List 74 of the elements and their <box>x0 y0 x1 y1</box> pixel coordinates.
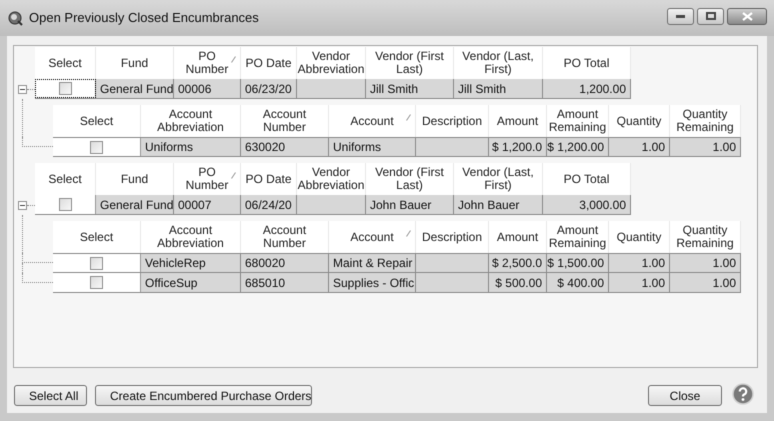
table-cell: 1,200.00 <box>543 79 631 98</box>
checkbox[interactable] <box>90 276 103 289</box>
column-header[interactable]: Select <box>53 105 141 137</box>
column-header[interactable]: Amount <box>489 221 547 253</box>
column-header[interactable]: Account <box>329 105 416 137</box>
column-header[interactable]: Description <box>416 105 489 137</box>
table-cell: 630020 <box>241 138 329 156</box>
column-header[interactable]: Account Abbreviation <box>141 221 241 253</box>
table-cell: $ 400.00 <box>547 273 609 292</box>
minimize-icon <box>676 14 685 18</box>
table-cell: Uniforms <box>329 138 416 156</box>
table-cell: $ 1,200.0 <box>489 138 547 156</box>
table-cell: Supplies - Offic <box>329 273 416 292</box>
table-cell: 3,000.00 <box>543 195 631 214</box>
column-header[interactable]: Quantity Remaining <box>670 221 741 253</box>
column-header[interactable]: Account Number <box>241 105 329 137</box>
table-cell: Jill Smith <box>454 79 543 98</box>
help-icon[interactable] <box>732 382 754 404</box>
table-cell: $ 2,500.0 <box>489 254 547 272</box>
table-cell: 06/23/20 <box>241 79 297 98</box>
table-cell: VehicleRep <box>141 254 241 272</box>
table-cell: 1.00 <box>670 138 741 156</box>
sort-icon <box>406 114 411 121</box>
column-header[interactable]: Quantity <box>609 105 670 137</box>
column-header[interactable]: Quantity Remaining <box>670 105 741 137</box>
app-icon <box>8 10 23 26</box>
minimize-button[interactable] <box>667 8 694 24</box>
table-cell: 06/24/20 <box>241 195 297 214</box>
table-cell: $ 1,500.00 <box>547 254 609 272</box>
column-header[interactable]: Quantity <box>609 221 670 253</box>
checkbox[interactable] <box>90 140 103 154</box>
table-cell: 1.00 <box>609 138 670 156</box>
maximize-icon <box>706 12 716 20</box>
table-cell: General Fund <box>96 195 174 214</box>
table-cell: 1.00 <box>670 273 741 292</box>
table-cell: 1.00 <box>609 273 670 292</box>
table-cell: 00007 <box>174 195 241 214</box>
checkbox[interactable] <box>58 198 72 211</box>
table-cell: General Fund <box>96 79 174 98</box>
table-cell: 685010 <box>241 273 329 292</box>
column-header[interactable]: Description <box>416 221 489 253</box>
table-cell: John Bauer <box>366 195 454 214</box>
column-header[interactable]: Amount <box>489 105 547 137</box>
table-cell: Jill Smith <box>366 79 454 98</box>
maximize-button[interactable] <box>697 8 724 24</box>
sort-icon <box>231 56 236 63</box>
table-cell: OfficeSup <box>141 273 241 292</box>
column-header[interactable]: Amount Remaining <box>547 105 609 137</box>
table-cell: 1.00 <box>609 254 670 272</box>
sort-icon <box>231 172 236 179</box>
table-cell: 00006 <box>174 79 241 98</box>
create-button[interactable]: Create Encumbered Purchase Orders <box>95 385 312 406</box>
column-header[interactable]: Amount Remaining <box>547 221 609 253</box>
close-button[interactable]: Close <box>648 385 722 406</box>
collapse-icon[interactable] <box>18 200 27 210</box>
checkbox[interactable] <box>58 82 72 95</box>
sort-icon <box>406 230 411 237</box>
table-cell: $ 1,200.00 <box>547 138 609 156</box>
column-header[interactable]: Account <box>329 221 416 253</box>
close-window-button[interactable] <box>727 8 767 24</box>
table-cell: John Bauer <box>454 195 543 214</box>
table-cell: Maint & Repair <box>329 254 416 272</box>
table-cell: Uniforms <box>141 138 241 156</box>
close-icon <box>742 12 752 20</box>
select-all-button[interactable]: Select All <box>14 385 87 406</box>
column-header[interactable]: Account Number <box>241 221 329 253</box>
checkbox[interactable] <box>90 256 103 270</box>
column-header[interactable]: Account Abbreviation <box>141 105 241 137</box>
window-title: Open Previously Closed Encumbrances <box>29 9 259 28</box>
table-cell: $ 500.00 <box>489 273 547 292</box>
table-cell: 680020 <box>241 254 329 272</box>
table-cell: 1.00 <box>670 254 741 272</box>
collapse-icon[interactable] <box>18 84 27 94</box>
column-header[interactable]: Select <box>53 221 141 253</box>
